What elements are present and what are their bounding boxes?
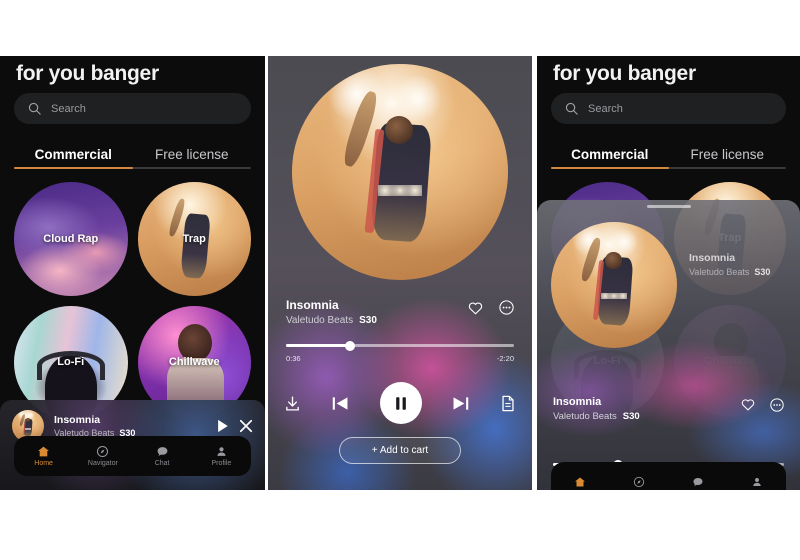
player-actions <box>468 300 514 315</box>
bottom-navigation: Home Navigator Chat Profile <box>14 436 251 476</box>
artist-name: Valetudo Beats <box>286 315 354 326</box>
close-icon[interactable] <box>239 419 253 433</box>
download-button[interactable] <box>284 395 301 412</box>
page-title: for you banger <box>553 62 696 85</box>
artist-name: Valetudo Beats <box>689 267 750 277</box>
full-player: Insomnia Valetudo Beats S30 0:36 -2:20 +… <box>268 56 532 490</box>
player-track-info: Insomnia Valetudo Beats S30 <box>286 298 514 326</box>
previous-button[interactable] <box>331 395 350 412</box>
genre-tile-trap[interactable]: Trap <box>137 182 251 296</box>
track-info-ghost: Insomnia Valetudo Beats S30 <box>689 252 770 277</box>
compass-icon[interactable] <box>633 476 645 488</box>
track-artist: Valetudo Beats S30 <box>553 411 784 422</box>
next-button[interactable] <box>451 395 470 412</box>
home-screen-background: for you banger Search Commercial Free li… <box>537 56 800 490</box>
tab-commercial[interactable]: Commercial <box>14 144 133 178</box>
tab-underline <box>14 167 251 169</box>
genre-grid: Cloud Rap Trap Lo-Fi Chillwave <box>14 182 251 419</box>
pause-icon <box>395 396 406 410</box>
seek-fill <box>286 344 350 347</box>
album-artwork <box>551 222 677 348</box>
player-sheet[interactable]: Insomnia Valetudo Beats S30 Insomnia Vale… <box>537 200 800 490</box>
track-artist: Valetudo Beats S30 <box>689 267 770 277</box>
heart-icon[interactable] <box>468 301 483 315</box>
nav-label: Navigator <box>87 460 118 467</box>
tab-free-license[interactable]: Free license <box>669 144 787 178</box>
playback-controls <box>284 381 516 425</box>
nav-label: Profile <box>211 460 232 467</box>
document-icon <box>502 395 514 411</box>
tab-commercial[interactable]: Commercial <box>551 144 669 178</box>
license-tabs: Commercial Free license <box>551 144 786 178</box>
search-icon <box>565 102 578 115</box>
home-icon[interactable] <box>574 476 586 488</box>
chat-bubble-icon[interactable] <box>692 476 704 488</box>
player-actions <box>741 398 784 412</box>
home-screen: for you banger Search Commercial Free li… <box>0 56 265 490</box>
tab-free-license[interactable]: Free license <box>133 144 252 178</box>
search-input[interactable]: Search <box>14 93 251 124</box>
compass-icon <box>97 445 109 458</box>
genre-tile-cloud-rap[interactable]: Cloud Rap <box>14 182 128 296</box>
search-placeholder: Search <box>588 102 623 115</box>
seek-handle[interactable] <box>344 340 355 351</box>
sidebar-item-navigator[interactable]: Navigator <box>73 445 132 467</box>
player-track-info: Insomnia Valetudo Beats S30 <box>553 396 784 422</box>
sidebar-item-chat[interactable]: Chat <box>133 445 192 467</box>
bottom-navigation <box>551 462 786 490</box>
license-tabs: Commercial Free license <box>14 144 251 178</box>
more-options-icon[interactable] <box>770 398 784 412</box>
artist-name: Valetudo Beats <box>553 411 617 422</box>
track-title: Insomnia <box>689 252 736 264</box>
page-title: for you banger <box>16 62 159 85</box>
search-input[interactable]: Search <box>551 93 786 124</box>
track-title: Insomnia <box>54 414 101 426</box>
pause-button[interactable] <box>379 382 422 424</box>
sheet-drag-handle[interactable] <box>646 205 691 208</box>
next-track-icon <box>453 396 469 410</box>
track-price: S30 <box>359 315 377 326</box>
sidebar-item-home[interactable]: Home <box>14 445 73 467</box>
home-icon <box>38 446 50 457</box>
tab-underline <box>551 167 786 169</box>
previous-track-icon <box>332 396 348 410</box>
album-artwork <box>292 64 508 280</box>
time-elapsed: 0:36 <box>286 354 301 363</box>
nav-label: Home <box>34 460 53 467</box>
genre-label: Cloud Rap <box>43 232 99 245</box>
sidebar-item-profile[interactable]: Profile <box>192 445 251 467</box>
seek-bar[interactable]: 0:36 -2:20 <box>286 340 514 363</box>
mini-player[interactable]: Insomnia Valetudo Beats S30 Home Navigat… <box>0 400 265 490</box>
heart-icon[interactable] <box>741 398 755 411</box>
mini-player-meta: Insomnia Valetudo Beats S30 <box>54 414 206 438</box>
phone-screen-player: Insomnia Valetudo Beats S30 0:36 -2:20 +… <box>268 56 532 490</box>
person-icon[interactable] <box>751 476 763 488</box>
chat-bubble-icon <box>157 447 167 456</box>
person-icon <box>217 447 226 456</box>
screenshot-canvas: for you banger Search Commercial Free li… <box>0 0 800 560</box>
search-placeholder: Search <box>51 102 86 115</box>
search-icon <box>28 102 41 115</box>
download-icon <box>286 395 299 411</box>
phone-screen-home: for you banger Search Commercial Free li… <box>0 56 265 490</box>
track-price: S30 <box>622 411 640 422</box>
genre-label: Trap <box>182 232 206 245</box>
track-price: S30 <box>754 267 771 277</box>
play-icon[interactable] <box>216 419 229 433</box>
time-remaining: -2:20 <box>496 354 514 363</box>
add-to-cart-button[interactable]: + Add to cart <box>339 437 461 464</box>
phone-screen-transition: for you banger Search Commercial Free li… <box>537 56 800 490</box>
seek-track[interactable] <box>286 340 514 351</box>
seek-times: 0:36 -2:20 <box>286 354 514 363</box>
more-options-icon[interactable] <box>499 300 514 315</box>
license-button[interactable] <box>500 395 516 412</box>
track-artist: Valetudo Beats S30 <box>286 315 514 326</box>
nav-label: Chat <box>154 460 170 467</box>
mini-player-controls <box>216 419 253 433</box>
